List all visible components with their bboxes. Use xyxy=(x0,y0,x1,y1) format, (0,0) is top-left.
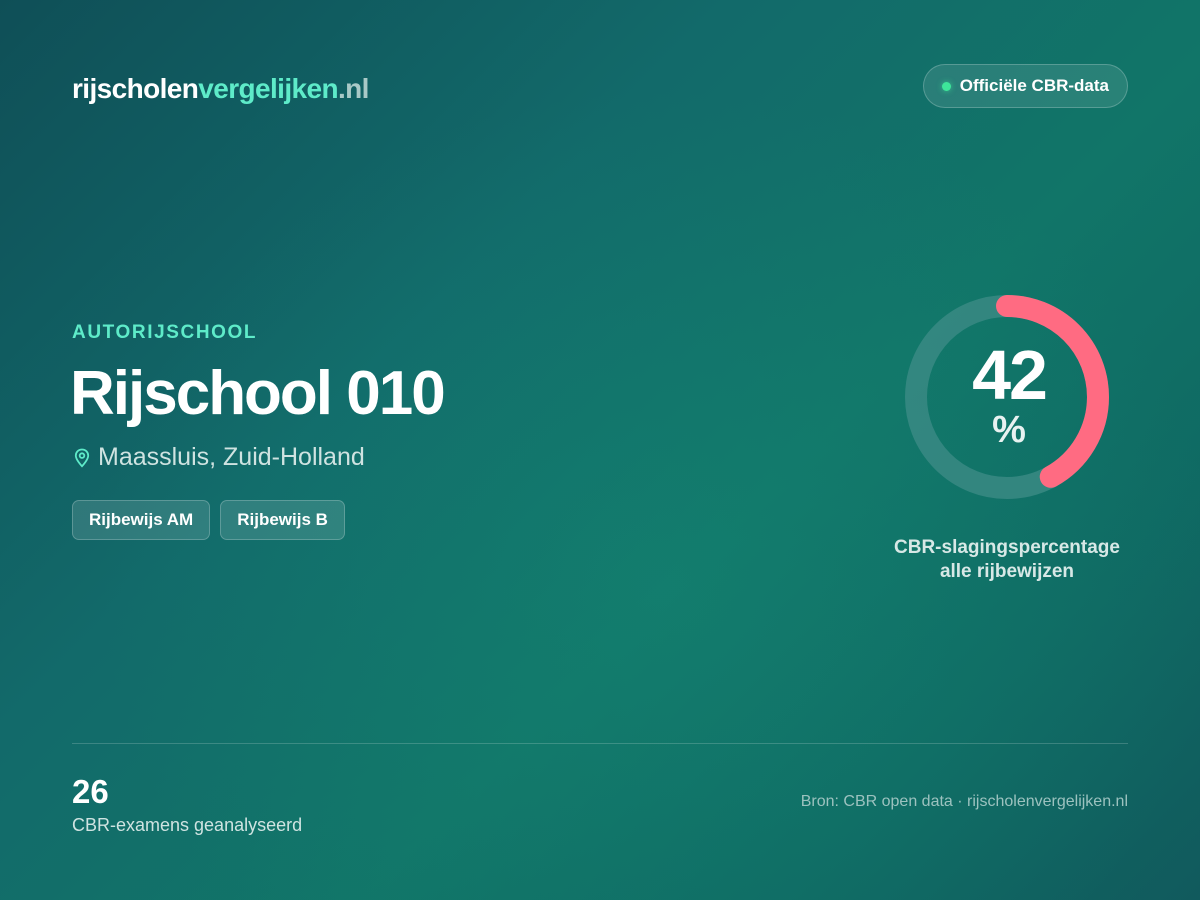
school-category: AUTORIJSCHOOL xyxy=(72,322,258,343)
official-data-badge: Officiële CBR-data xyxy=(922,64,1128,108)
school-location-text: Maassluis, Zuid-Holland xyxy=(98,443,365,471)
school-name: Rijschool 010 xyxy=(70,359,446,428)
license-tag-b: Rijbewijs B xyxy=(220,500,345,540)
exam-count-label: CBR-examens geanalyseerd xyxy=(72,815,303,835)
pass-rate-caption: CBR-slagingspercentage alle rijbewijzen xyxy=(857,536,1157,584)
logo-text-main: rijscholen xyxy=(72,73,199,104)
data-source: Bron: CBR open data · rijscholenvergelij… xyxy=(800,793,1128,810)
site-logo[interactable]: rijscholenvergelijken.nl xyxy=(72,72,369,106)
status-dot-icon xyxy=(941,81,951,91)
pass-rate-value: 42 xyxy=(972,336,1048,414)
license-tag-am: Rijbewijs AM xyxy=(72,500,211,540)
exam-count: 26 xyxy=(72,773,109,810)
license-list: Rijbewijs AM Rijbewijs B xyxy=(72,500,345,540)
pass-rate-caption-line1: CBR-slagingspercentage xyxy=(894,537,1120,558)
official-data-badge-label: Officiële CBR-data xyxy=(959,76,1109,95)
logo-text-accent: vergelijken xyxy=(198,73,338,104)
pass-rate-unit: % xyxy=(992,409,1026,451)
footer-divider xyxy=(72,743,1128,744)
map-pin-icon xyxy=(74,448,90,468)
school-location: Maassluis, Zuid-Holland xyxy=(74,443,365,472)
pass-rate-caption-line2: alle rijbewijzen xyxy=(939,561,1075,582)
logo-text-tld: .nl xyxy=(337,73,369,104)
pass-rate-gauge: 42 % xyxy=(905,295,1109,499)
